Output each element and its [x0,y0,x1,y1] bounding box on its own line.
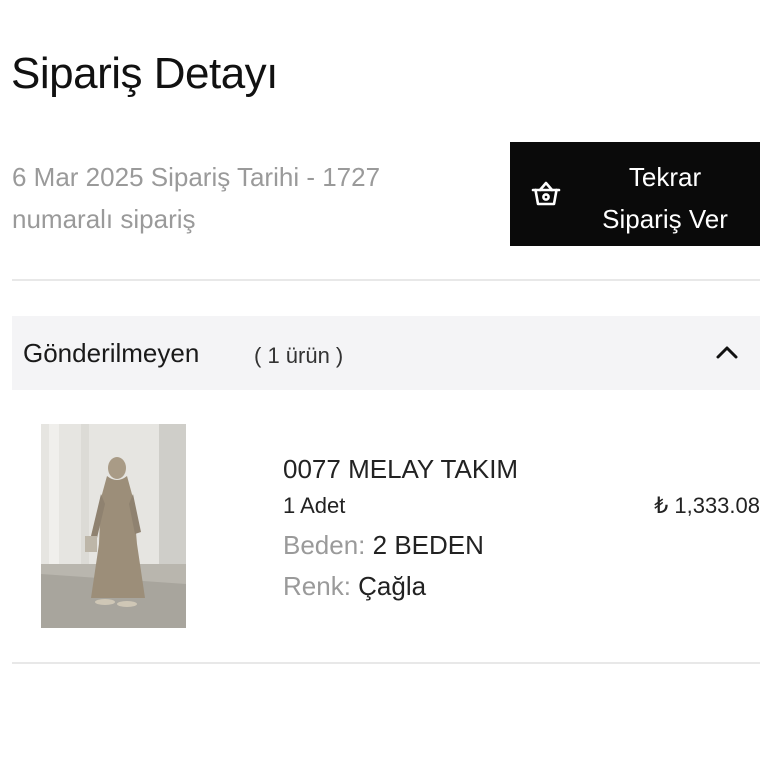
page-title: Sipariş Detayı [11,49,278,98]
color-label: Renk: [283,571,351,601]
reorder-label-line2: Sipariş Ver [602,204,728,234]
product-quantity: 1 Adet [283,493,346,518]
order-date-number: 6 Mar 2025 Sipariş Tarihi - 1727 [12,162,381,192]
chevron-up-icon[interactable] [714,340,740,366]
product-name[interactable]: 0077 MELAY TAKIM [283,452,518,486]
order-meta: 6 Mar 2025 Sipariş Tarihi - 1727 numaral… [12,156,442,240]
divider [12,279,760,281]
reorder-label: Tekrar Sipariş Ver [580,156,750,240]
size-label: Beden: [283,530,366,560]
shipment-group-header[interactable]: Gönderilmeyen ( 1 ürün ) [12,316,760,390]
divider [12,662,760,664]
size-value: 2 BEDEN [372,530,484,560]
group-item-count: ( 1 ürün ) [254,343,344,368]
product-price: ₺ 1,333.08 [654,493,760,518]
color-attribute: Renk: Çağla [283,569,426,603]
group-title: Gönderilmeyen [23,338,200,368]
size-attribute: Beden: 2 BEDEN [283,528,484,562]
basket-icon [530,178,562,210]
reorder-button[interactable]: Tekrar Sipariş Ver [510,142,760,246]
order-number-suffix: numaralı sipariş [12,204,196,234]
reorder-label-line1: Tekrar [628,162,702,192]
color-value: Çağla [358,571,427,601]
product-image[interactable] [41,424,186,628]
